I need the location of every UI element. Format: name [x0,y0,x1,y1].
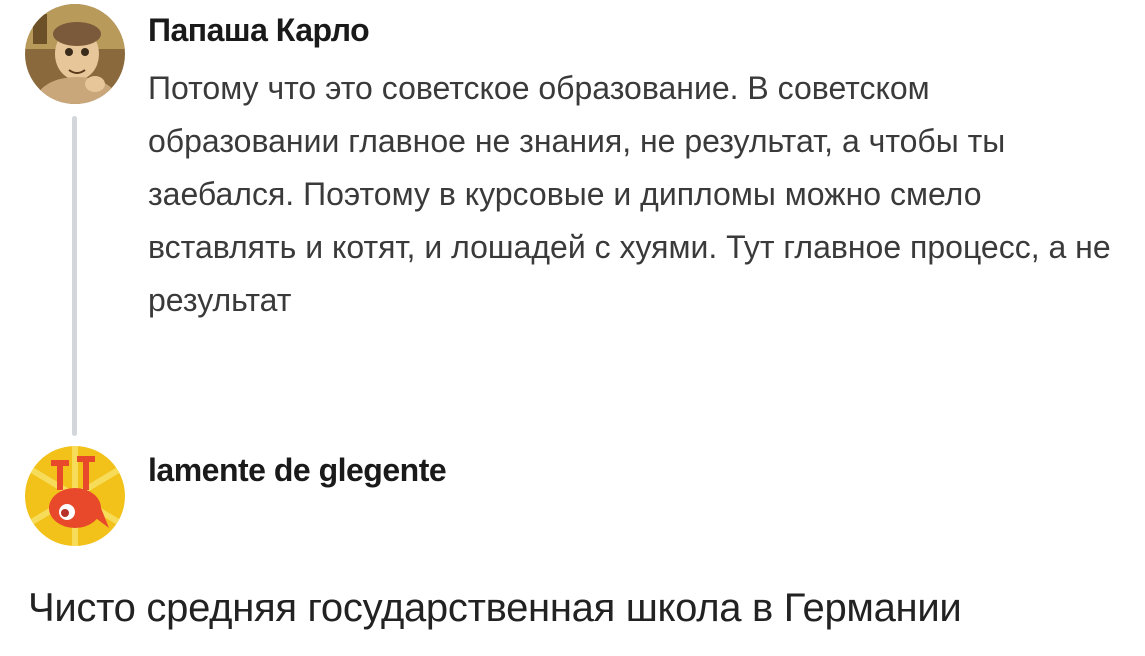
comment-text: Чисто средняя государственная школа в Ге… [28,586,962,630]
comment-author[interactable]: lamente de glegente [148,452,447,489]
comment-text: Потому что это советское образование. В … [148,70,1111,318]
comment-author[interactable]: Папаша Карло [148,12,370,49]
thread-line [72,116,77,436]
orange-creature-avatar-icon[interactable] [25,446,125,546]
old-man-cartoon-avatar-icon[interactable] [25,4,125,104]
